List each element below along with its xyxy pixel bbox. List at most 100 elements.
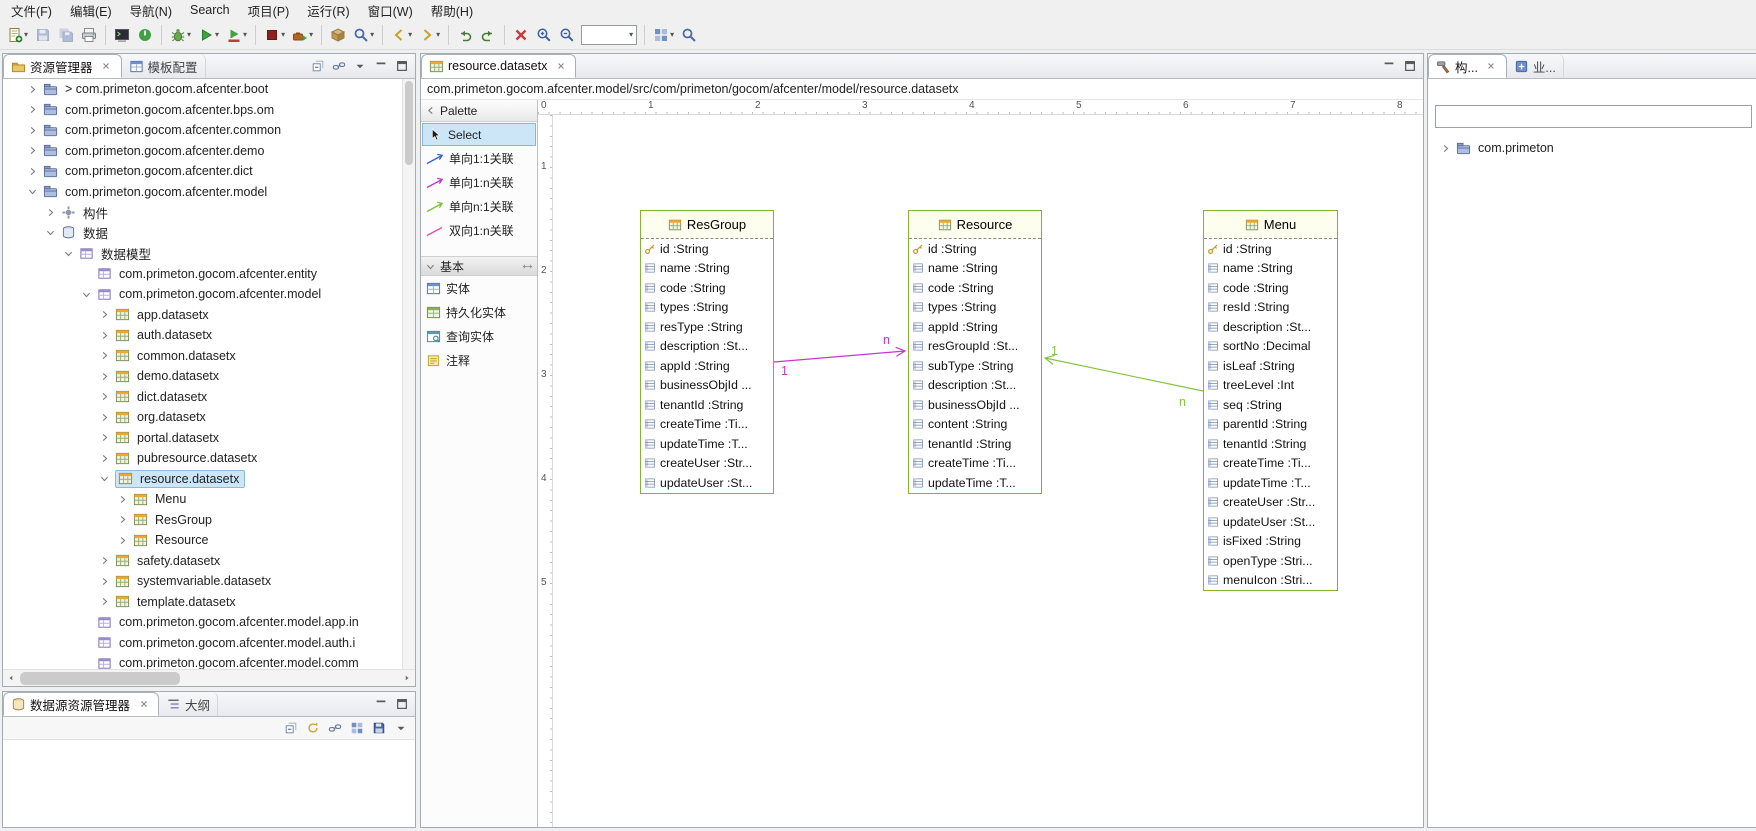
redo-button[interactable] — [477, 23, 499, 47]
tree-item[interactable]: ResGroup — [3, 510, 402, 531]
entity-field[interactable]: createUser :Str... — [1204, 493, 1337, 513]
menu-file[interactable]: 文件(F) — [2, 0, 61, 21]
entity-field[interactable]: parentId :String — [1204, 415, 1337, 435]
view-menu-button[interactable] — [392, 719, 410, 737]
expander-icon[interactable] — [97, 451, 111, 465]
palette-item-query-entity[interactable]: 查询实体 — [422, 325, 536, 348]
tree-item[interactable]: com.primeton.gocom.afcenter.dict — [3, 161, 402, 182]
forward-button[interactable]: ▾ — [416, 23, 443, 47]
close-icon[interactable] — [553, 59, 568, 74]
expander-icon[interactable] — [97, 349, 111, 363]
entity-field[interactable]: content :String — [909, 415, 1041, 435]
scrollbar-thumb[interactable] — [20, 672, 180, 685]
relation-menu-to-resource[interactable] — [1045, 358, 1203, 391]
tree-item[interactable]: com.primeton — [1430, 138, 1756, 159]
save-all-button[interactable] — [55, 23, 77, 47]
expander-icon[interactable] — [25, 185, 39, 199]
entity-field[interactable]: createTime :Ti... — [1204, 454, 1337, 474]
tree-item[interactable]: com.primeton.gocom.afcenter.model — [3, 182, 402, 203]
entity-field[interactable]: tenantId :String — [641, 395, 773, 415]
expander-icon[interactable] — [43, 205, 57, 219]
tree-item[interactable]: dict.datasetx — [3, 387, 402, 408]
expander-icon[interactable] — [115, 513, 129, 527]
entity-field[interactable]: createUser :Str... — [641, 454, 773, 474]
expander-icon[interactable] — [61, 246, 75, 260]
entity-field[interactable]: name :String — [641, 259, 773, 279]
entity-field[interactable]: tenantId :String — [909, 434, 1041, 454]
entity-field[interactable]: code :String — [641, 278, 773, 298]
minimize-button[interactable] — [1380, 57, 1398, 75]
menu-edit[interactable]: 编辑(E) — [61, 0, 121, 21]
palette-item-persistent-entity[interactable]: 持久化实体 — [422, 301, 536, 324]
entity-field[interactable]: createTime :Ti... — [909, 454, 1041, 474]
menu-help[interactable]: 帮助(H) — [422, 0, 482, 21]
tree-item[interactable]: com.primeton.gocom.afcenter.model — [3, 284, 402, 305]
entity-field[interactable]: updateUser :St... — [641, 473, 773, 493]
expander-icon[interactable] — [115, 492, 129, 506]
entity-field[interactable]: createTime :Ti... — [641, 415, 773, 435]
entity-field[interactable]: subType :String — [909, 356, 1041, 376]
palette-tool-one-to-one[interactable]: 单向1:1关联 — [422, 147, 536, 170]
tab-component-view[interactable]: 构... — [1428, 54, 1507, 78]
tree-item[interactable]: org.datasetx — [3, 407, 402, 428]
expander-icon[interactable] — [79, 287, 93, 301]
entity-field[interactable]: seq :String — [1204, 395, 1337, 415]
entity-field[interactable]: code :String — [909, 278, 1041, 298]
entity-field[interactable]: resId :String — [1204, 298, 1337, 318]
entity-field[interactable]: description :St... — [641, 337, 773, 357]
collapse-all-button[interactable] — [282, 719, 300, 737]
palette-tool-bidi-one-to-many[interactable]: 双向1:n关联 — [422, 219, 536, 242]
expander-icon[interactable] — [97, 410, 111, 424]
entity-field[interactable]: updateTime :T... — [909, 473, 1041, 493]
expander-icon[interactable] — [97, 554, 111, 568]
save-button[interactable] — [32, 23, 54, 47]
collapse-all-button[interactable] — [309, 57, 327, 75]
maximize-button[interactable] — [393, 695, 411, 713]
tab-datasource-explorer[interactable]: 数据源资源管理器 — [3, 692, 159, 716]
run-button[interactable]: ▾ — [195, 23, 222, 47]
tree-item[interactable]: 数据 — [3, 223, 402, 244]
tree-item[interactable]: pubresource.datasetx — [3, 448, 402, 469]
tree-item[interactable]: > com.primeton.gocom.afcenter.boot — [3, 79, 402, 100]
close-icon[interactable] — [1484, 59, 1499, 74]
find-button[interactable] — [678, 23, 700, 47]
zoom-out-button[interactable] — [556, 23, 578, 47]
zoom-level-combo[interactable]: ▾ — [581, 25, 637, 45]
menu-window[interactable]: 窗口(W) — [359, 0, 422, 21]
scroll-right-button[interactable] — [399, 670, 415, 687]
print-button[interactable] — [78, 23, 100, 47]
entity-field[interactable]: types :String — [909, 298, 1041, 318]
expander-icon[interactable] — [43, 226, 57, 240]
palette-tool-one-to-many[interactable]: 单向1:n关联 — [422, 171, 536, 194]
expander-icon[interactable] — [97, 390, 111, 404]
tree-item[interactable]: systemvariable.datasetx — [3, 571, 402, 592]
menu-project[interactable]: 项目(P) — [239, 0, 299, 21]
scrollbar-thumb[interactable] — [405, 81, 413, 165]
palette-item-annotation[interactable]: 注释 — [422, 349, 536, 372]
entity-field[interactable]: appId :String — [641, 356, 773, 376]
tab-business-view[interactable]: 业... — [1507, 54, 1564, 78]
entity-field[interactable]: resType :String — [641, 317, 773, 337]
entity-field[interactable]: tenantId :String — [1204, 434, 1337, 454]
zoom-in-button[interactable] — [533, 23, 555, 47]
entity-Resource[interactable]: Resourceid :Stringname :Stringcode :Stri… — [908, 210, 1042, 494]
maximize-button[interactable] — [1401, 57, 1419, 75]
remove-all-button[interactable] — [510, 23, 532, 47]
open-search-button[interactable]: ▾ — [350, 23, 377, 47]
entity-field[interactable]: menuIcon :Stri... — [1204, 571, 1337, 591]
grid-button[interactable] — [348, 719, 366, 737]
close-icon[interactable] — [136, 697, 151, 712]
palette-item-entity[interactable]: 实体 — [422, 277, 536, 300]
entity-field[interactable]: resGroupId :St... — [909, 337, 1041, 357]
tree-item[interactable]: Resource — [3, 530, 402, 551]
entity-field[interactable]: updateUser :St... — [1204, 512, 1337, 532]
save-button[interactable] — [370, 719, 388, 737]
tree-item[interactable]: 构件 — [3, 202, 402, 223]
diagram-canvas[interactable]: 1nn1ResGroupid :Stringname :Stringcode :… — [553, 115, 1423, 827]
stop-button[interactable]: ▾ — [261, 23, 288, 47]
tree-item[interactable]: common.datasetx — [3, 346, 402, 367]
palette-select-tool[interactable]: Select — [422, 123, 536, 146]
entity-field[interactable]: description :St... — [909, 376, 1041, 396]
coverage-button[interactable]: ▾ — [223, 23, 250, 47]
filter-input[interactable] — [1435, 105, 1752, 128]
